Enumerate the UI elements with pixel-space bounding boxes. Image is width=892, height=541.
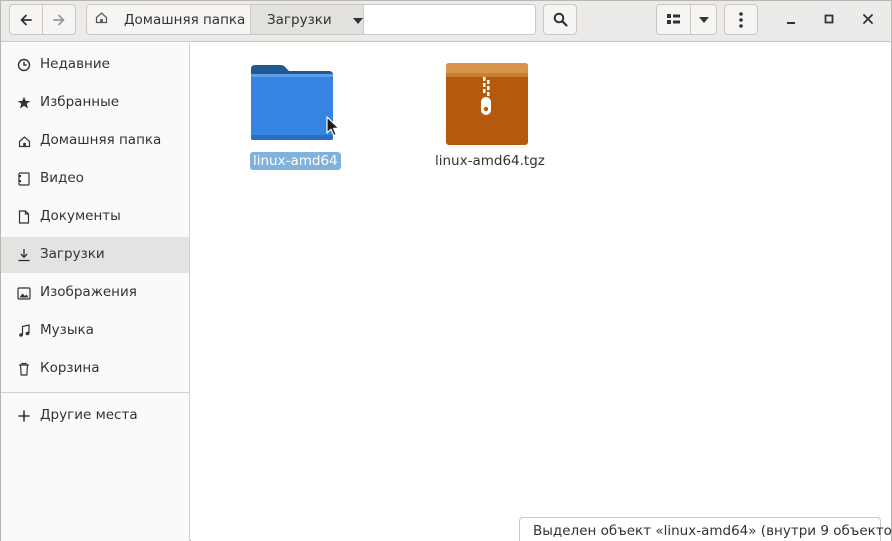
plus-icon (17, 409, 31, 423)
sidebar-item-documents[interactable]: Документы (1, 199, 189, 235)
sidebar-item-label: Другие места (40, 407, 138, 423)
sidebar-item-music[interactable]: Музыка (1, 313, 189, 349)
maximize-button[interactable] (818, 9, 840, 31)
file-name: linux-amd64 (250, 152, 341, 170)
sidebar-item-video[interactable]: Видео (1, 161, 189, 197)
search-button[interactable] (543, 4, 577, 35)
sidebar-separator (1, 392, 189, 393)
sidebar-item-label: Избранные (40, 94, 120, 110)
view-mode-button[interactable] (656, 4, 691, 35)
forward-button[interactable] (42, 4, 76, 35)
sidebar-item-other-locations[interactable]: Другие места (1, 398, 189, 434)
back-button[interactable] (9, 4, 43, 35)
sidebar-item-label: Документы (40, 208, 121, 224)
breadcrumb-home-label: Домашняя папка (124, 11, 246, 28)
minimize-icon (786, 12, 796, 28)
search-icon (553, 12, 568, 27)
sidebar-item-recent[interactable]: Недавние (1, 47, 189, 83)
list-view-icon (666, 13, 681, 26)
sidebar-item-pictures[interactable]: Изображения (1, 275, 189, 311)
breadcrumb-current-label: Загрузки (267, 11, 332, 28)
sidebar-item-label: Загрузки (40, 246, 105, 262)
sidebar-item-downloads[interactable]: Загрузки (1, 237, 189, 273)
header-bar: Домашняя папка Загрузки (1, 1, 891, 42)
go-previous-icon (19, 13, 33, 27)
mouse-pointer-icon (326, 116, 340, 142)
sidebar: Недавние Избранные Домашняя папка Видео … (1, 43, 190, 541)
sidebar-item-starred[interactable]: Избранные (1, 85, 189, 121)
close-button[interactable] (857, 9, 879, 31)
recent-icon (17, 58, 31, 72)
path-bar-empty-area (364, 5, 535, 34)
sidebar-item-label: Корзина (40, 360, 100, 376)
music-icon (17, 324, 31, 338)
archive-icon (445, 61, 529, 151)
file-view[interactable]: linux-amd64 linux-amd64.tgz Выделен объе… (191, 43, 892, 541)
sidebar-item-label: Недавние (40, 56, 110, 72)
breadcrumb-home[interactable]: Домашняя папка (87, 5, 251, 34)
image-icon (17, 286, 31, 300)
main-menu-button[interactable] (724, 4, 758, 35)
folder-icon (249, 65, 335, 147)
video-icon (17, 172, 31, 186)
sidebar-item-label: Домашняя папка (40, 132, 162, 148)
home-icon (17, 134, 31, 148)
close-icon (863, 12, 873, 28)
chevron-down-icon (698, 16, 709, 23)
chevron-down-icon (352, 12, 363, 28)
file-name: linux-amd64.tgz (435, 153, 545, 169)
sidebar-item-home[interactable]: Домашняя папка (1, 123, 189, 159)
kebab-menu-icon (739, 11, 743, 28)
minimize-button[interactable] (780, 9, 802, 31)
go-next-icon (52, 13, 66, 27)
file-manager-window: Домашняя папка Загрузки Недавние Избранн… (0, 0, 892, 541)
home-icon (95, 11, 108, 28)
document-icon (17, 210, 31, 224)
status-overlay: Выделен объект «linux-amd64» (внутри 9 о… (519, 517, 892, 541)
sidebar-item-label: Музыка (40, 322, 94, 338)
sidebar-item-label: Видео (40, 170, 84, 186)
maximize-icon (824, 12, 834, 28)
sidebar-item-trash[interactable]: Корзина (1, 351, 189, 387)
sidebar-item-label: Изображения (40, 284, 137, 300)
star-icon (17, 96, 31, 110)
path-bar: Домашняя папка Загрузки (86, 4, 536, 35)
trash-icon (17, 362, 31, 376)
download-icon (17, 248, 31, 262)
view-options-button[interactable] (690, 4, 717, 35)
breadcrumb-current[interactable]: Загрузки (251, 5, 364, 34)
